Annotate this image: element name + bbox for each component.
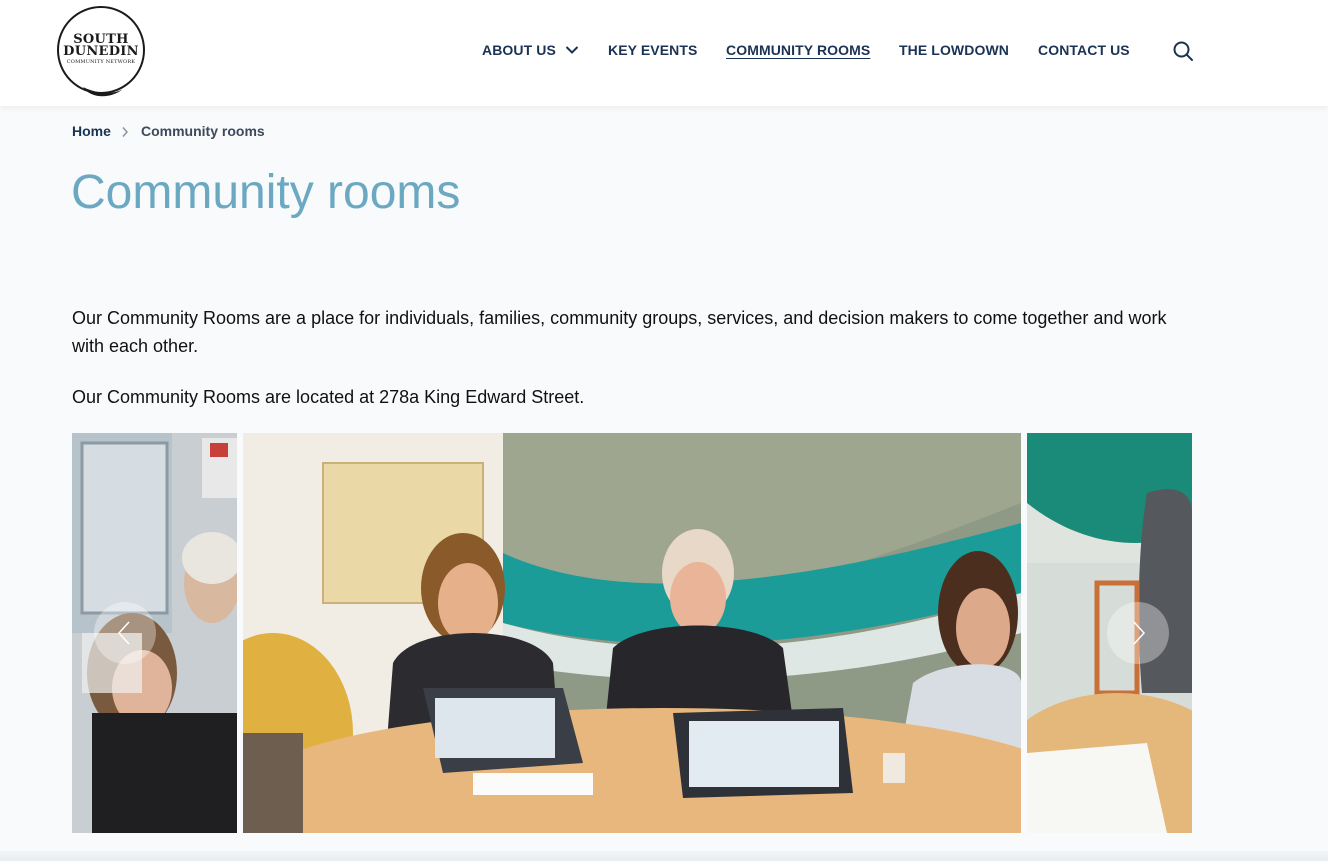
nav-about-us[interactable]: ABOUT US (482, 42, 556, 58)
nav-contact-us[interactable]: CONTACT US (1038, 42, 1130, 58)
intro-paragraph: Our Community Rooms are a place for indi… (72, 308, 1167, 356)
breadcrumb-current: Community rooms (141, 123, 265, 139)
chevron-down-icon[interactable] (565, 45, 579, 55)
community-meeting-with-laptops-photo (243, 433, 1021, 833)
image-carousel[interactable] (72, 433, 1192, 833)
logo-line-3: COMMUNITY NETWORK (66, 59, 136, 65)
chevron-left-icon (117, 621, 130, 645)
search-icon[interactable] (1172, 40, 1194, 62)
nav-the-lowdown[interactable]: THE LOWDOWN (899, 42, 1009, 58)
page-title: Community rooms (71, 166, 461, 219)
footer-edge (0, 851, 1328, 861)
nav-community-rooms[interactable]: COMMUNITY ROOMS (726, 42, 870, 58)
logo-swoosh-icon (83, 87, 123, 97)
chevron-right-icon (1133, 621, 1146, 645)
site-logo[interactable]: SOUTH DUNEDIN COMMUNITY NETWORK (57, 6, 145, 97)
carousel-next-button[interactable] (1107, 602, 1169, 664)
carousel-prev-button[interactable] (94, 602, 156, 664)
nav-key-events[interactable]: KEY EVENTS (608, 42, 697, 58)
chevron-right-icon (122, 127, 129, 137)
location-paragraph: Our Community Rooms are located at 278a … (72, 387, 585, 407)
breadcrumb-home-link[interactable]: Home (72, 123, 111, 139)
site-header: SOUTH DUNEDIN COMMUNITY NETWORK ABOUT US… (0, 0, 1328, 106)
carousel-slide-current[interactable] (243, 433, 1021, 833)
logo-line-2: DUNEDIN (63, 44, 139, 59)
